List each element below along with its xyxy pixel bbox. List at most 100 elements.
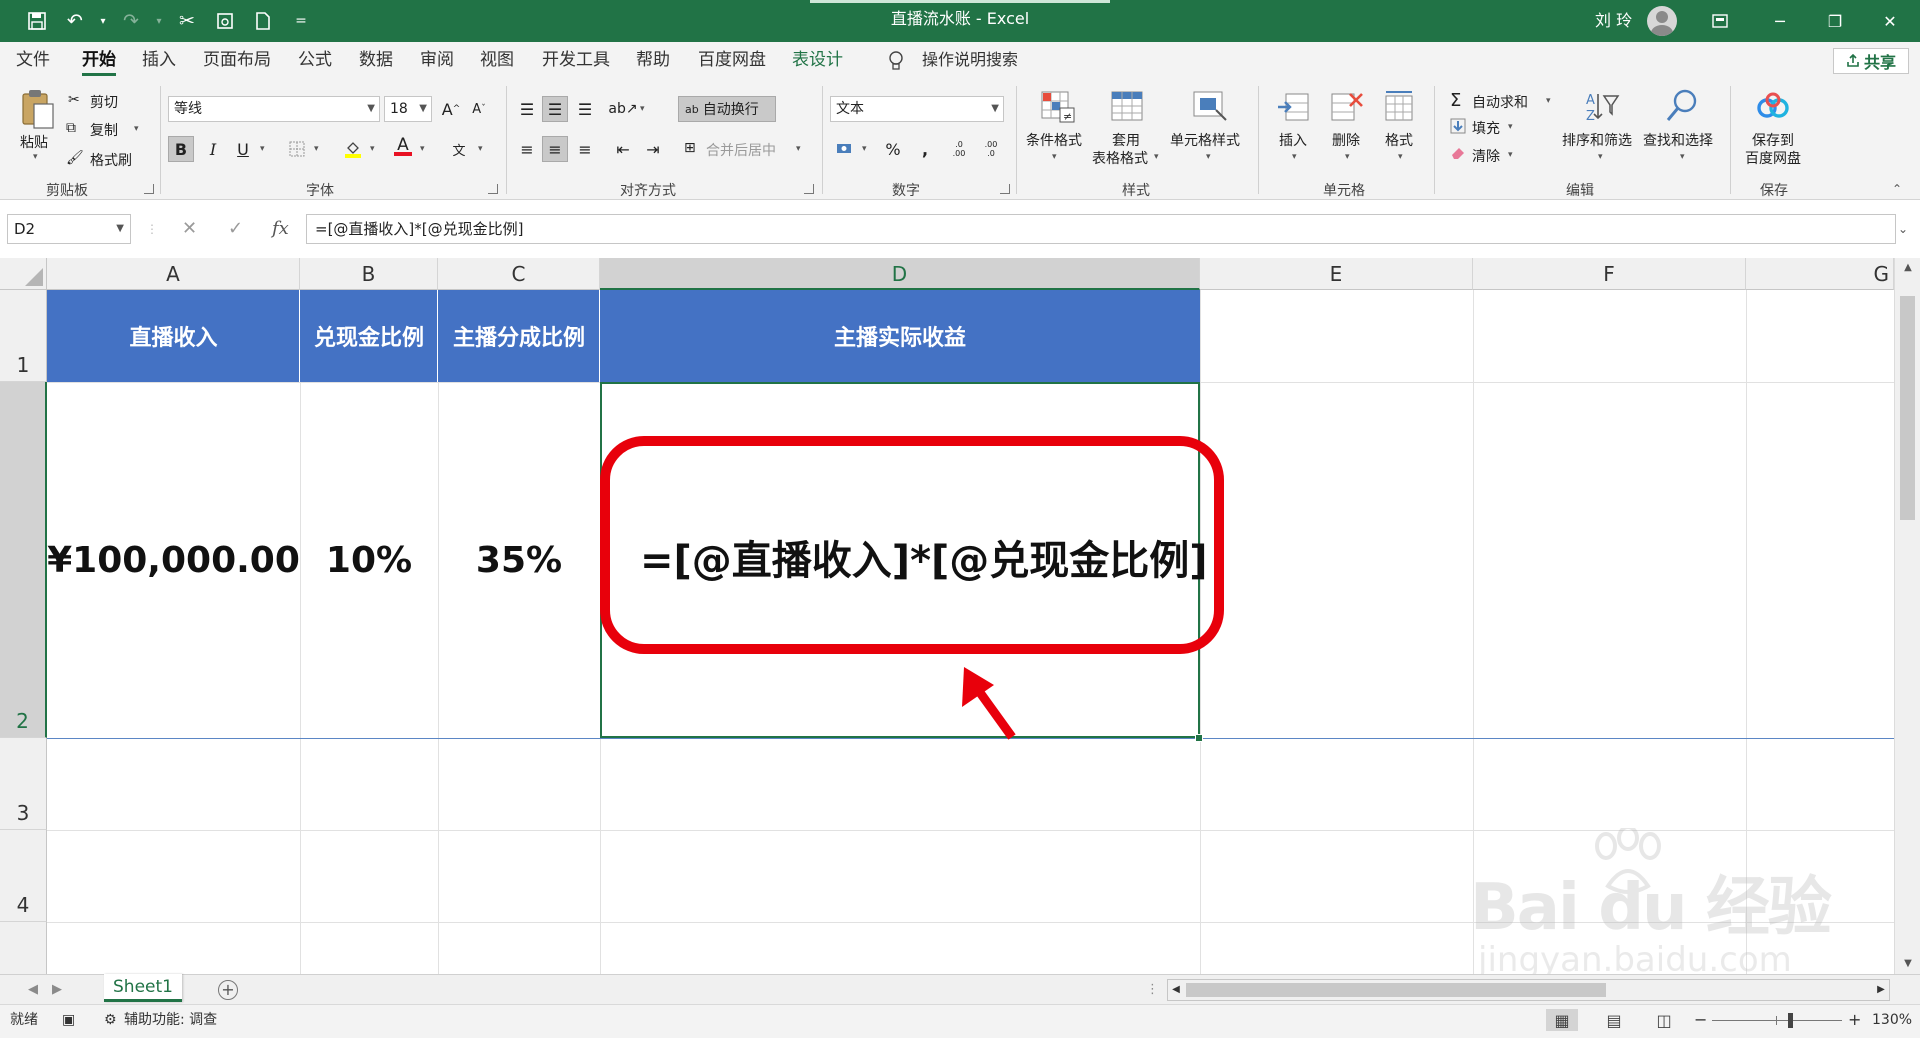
autosum-dropdown-icon[interactable]: ▾ (1546, 96, 1551, 106)
share-button[interactable]: 共享 (1833, 48, 1909, 74)
font-color-button[interactable]: A (390, 134, 416, 160)
zoom-slider[interactable] (1712, 1020, 1842, 1021)
row-header-1[interactable]: 1 (0, 290, 47, 382)
format-painter-label[interactable]: 格式刷 (90, 150, 132, 170)
column-header-g[interactable]: G (1746, 258, 1894, 290)
close-icon[interactable]: ✕ (1860, 0, 1920, 42)
user-name[interactable]: 刘 玲 (1595, 0, 1632, 42)
delete-cells-dropdown-icon[interactable]: ▾ (1345, 152, 1350, 162)
scroll-down-icon[interactable]: ▼ (1895, 954, 1920, 974)
autosum-label[interactable]: 自动求和 (1472, 92, 1528, 112)
fill-color-icon[interactable] (340, 136, 366, 162)
format-painter-icon[interactable]: 🖌 (66, 150, 84, 166)
restore-icon[interactable]: ❐ (1805, 0, 1865, 42)
borders-dropdown-icon[interactable]: ▾ (314, 144, 319, 154)
macro-record-icon[interactable]: ▣ (62, 1005, 75, 1035)
zoom-level[interactable]: 130% (1872, 1005, 1912, 1035)
wrap-text-button[interactable]: ab 自动换行 (678, 96, 776, 122)
sort-filter-label[interactable]: 排序和筛选 (1562, 130, 1632, 150)
accounting-format-icon[interactable] (832, 136, 858, 162)
format-as-table-icon[interactable] (1110, 90, 1146, 124)
find-select-dropdown-icon[interactable]: ▾ (1680, 152, 1685, 162)
sheet-next-icon[interactable]: ▶ (52, 975, 62, 1005)
number-launcher-icon[interactable] (1000, 184, 1010, 194)
column-header-f[interactable]: F (1473, 258, 1746, 290)
tab-insert[interactable]: 插入 (142, 42, 176, 78)
table-header-anchor-share-ratio[interactable]: 主播分成比例 (438, 290, 600, 382)
align-right-icon[interactable]: ≡ (572, 136, 598, 162)
grow-font-button[interactable]: A ^ (438, 96, 464, 122)
phonetic-dropdown-icon[interactable]: ▾ (478, 144, 483, 154)
print-preview-icon[interactable] (208, 4, 242, 38)
cut-icon[interactable]: ✂ (170, 4, 204, 38)
percent-style-button[interactable]: % (880, 136, 906, 162)
cut-label[interactable]: 剪切 (90, 92, 118, 112)
fill-handle[interactable] (1195, 734, 1203, 742)
add-sheet-button[interactable]: + (218, 980, 238, 1000)
format-cells-label[interactable]: 格式 (1385, 130, 1413, 150)
insert-function-icon[interactable]: fx (272, 214, 289, 244)
comma-style-button[interactable]: , (912, 136, 938, 162)
decrease-decimal-button[interactable]: .00 .0 (978, 136, 1004, 162)
cell-styles-label[interactable]: 单元格样式 (1170, 130, 1240, 150)
column-header-c[interactable]: C (438, 258, 600, 290)
clear-label[interactable]: 清除 (1472, 146, 1500, 166)
horizontal-scroll-thumb[interactable] (1186, 983, 1606, 997)
fill-dropdown-icon[interactable]: ▾ (1508, 122, 1513, 132)
insert-cells-dropdown-icon[interactable]: ▾ (1292, 152, 1297, 162)
font-name-combo[interactable]: 等线 ▼ (168, 96, 380, 122)
underline-button[interactable]: U (230, 136, 256, 162)
number-format-combo[interactable]: 文本 ▼ (830, 96, 1004, 122)
format-as-table-label-1[interactable]: 套用 (1112, 130, 1140, 150)
conditional-formatting-label[interactable]: 条件格式 (1026, 130, 1082, 150)
autosum-icon[interactable]: Σ (1450, 90, 1461, 111)
column-header-b[interactable]: B (300, 258, 438, 290)
align-top-icon[interactable]: ☰ (514, 96, 540, 122)
vertical-scroll-thumb[interactable] (1900, 296, 1915, 520)
accessibility-status[interactable]: 辅助功能: 调查 (124, 1005, 217, 1035)
horizontal-scrollbar[interactable]: ◀ ▶ (1167, 979, 1890, 1001)
redo-dropdown-icon[interactable]: ▾ (152, 4, 166, 38)
format-cells-icon[interactable] (1382, 90, 1416, 124)
increase-decimal-button[interactable]: .0 .00 (946, 136, 972, 162)
column-header-d[interactable]: D (600, 258, 1200, 290)
fill-color-dropdown-icon[interactable]: ▾ (370, 144, 375, 154)
cell-c2[interactable]: 35% (438, 382, 600, 738)
tab-review[interactable]: 审阅 (420, 42, 454, 78)
accessibility-icon[interactable]: ⚙ (104, 1005, 117, 1035)
font-color-dropdown-icon[interactable]: ▾ (420, 144, 425, 154)
column-header-e[interactable]: E (1200, 258, 1473, 290)
page-break-preview-icon[interactable]: ◫ (1648, 1009, 1680, 1031)
save-icon[interactable] (20, 4, 54, 38)
scroll-up-icon[interactable]: ▲ (1895, 258, 1920, 278)
fill-icon[interactable] (1450, 118, 1466, 134)
column-header-a[interactable]: A (47, 258, 300, 290)
save-to-netdisk-label-1[interactable]: 保存到 (1752, 130, 1794, 150)
table-header-cash-ratio[interactable]: 兑现金比例 (300, 290, 438, 382)
format-as-table-label-2[interactable]: 表格格式 (1092, 148, 1148, 168)
tab-page-layout[interactable]: 页面布局 (203, 42, 271, 78)
tab-file[interactable]: 文件 (16, 42, 50, 78)
merge-center-icon[interactable]: ⊞ (684, 140, 696, 156)
vertical-scrollbar[interactable]: ▲ ▼ (1894, 258, 1920, 974)
tab-view[interactable]: 视图 (480, 42, 514, 78)
cell-styles-icon[interactable] (1192, 90, 1230, 124)
cell-styles-dropdown-icon[interactable]: ▾ (1206, 152, 1211, 162)
clear-eraser-icon[interactable] (1450, 146, 1466, 160)
font-launcher-icon[interactable] (488, 184, 498, 194)
expand-formula-bar-icon[interactable]: ⌄ (1898, 214, 1908, 244)
insert-cells-icon[interactable] (1276, 90, 1310, 124)
zoom-slider-knob[interactable] (1788, 1013, 1793, 1028)
fill-label[interactable]: 填充 (1472, 118, 1500, 138)
paste-dropdown-icon[interactable]: ▾ (33, 152, 38, 162)
conditional-formatting-icon[interactable]: ≠ (1040, 90, 1076, 124)
conditional-formatting-dropdown-icon[interactable]: ▾ (1052, 152, 1057, 162)
select-all-corner[interactable] (0, 258, 47, 290)
borders-icon[interactable] (284, 136, 310, 162)
copy-label[interactable]: 复制 (90, 120, 118, 140)
phonetic-guide-icon[interactable]: 文 (446, 136, 472, 162)
row-header-5[interactable] (0, 922, 47, 974)
sheet-tab-sheet1[interactable]: Sheet1 (104, 974, 182, 1002)
copy-dropdown-icon[interactable]: ▾ (134, 124, 139, 134)
sheet-prev-icon[interactable]: ◀ (28, 975, 38, 1005)
